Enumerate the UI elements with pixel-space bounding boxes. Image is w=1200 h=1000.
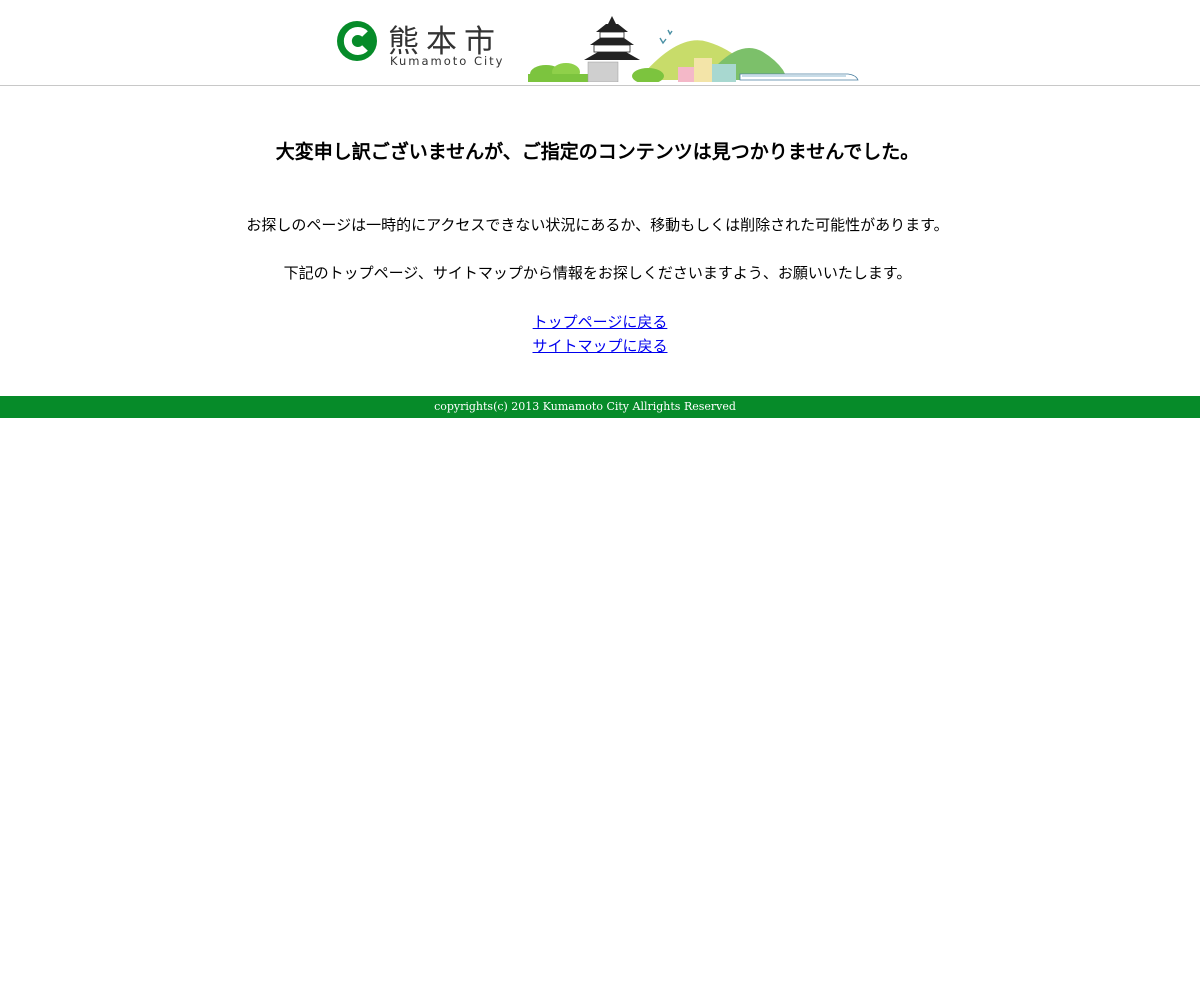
city-emblem-icon — [337, 21, 377, 61]
city-landscape-illustration — [528, 16, 859, 82]
site-header: 熊本市 Kumamoto City — [0, 0, 1200, 86]
sitemap-link[interactable]: サイトマップに戻る — [532, 337, 667, 355]
top-page-link-row: トップページに戻る — [0, 311, 1200, 332]
sitemap-link-row: サイトマップに戻る — [0, 335, 1200, 356]
kumamoto-city-logo[interactable]: 熊本市 Kumamoto City — [337, 20, 507, 70]
not-found-explanation: お探しのページは一時的にアクセスできない状況にあるか、移動もしくは削除された可能… — [246, 216, 949, 234]
copyright-text: copyrights(c) 2013 Kumamoto City Allrigh… — [434, 400, 736, 413]
top-page-link[interactable]: トップページに戻る — [533, 313, 668, 331]
page-title: 大変申し訳ございませんが、ご指定のコンテンツは見つかりませんでした。 — [275, 141, 920, 163]
not-found-instruction: 下記のトップページ、サイトマップから情報をお探しくださいますよう、お願いいたしま… — [283, 264, 912, 282]
logo-english-name: Kumamoto City — [390, 54, 505, 68]
site-footer: copyrights(c) 2013 Kumamoto City Allrigh… — [0, 396, 1200, 418]
